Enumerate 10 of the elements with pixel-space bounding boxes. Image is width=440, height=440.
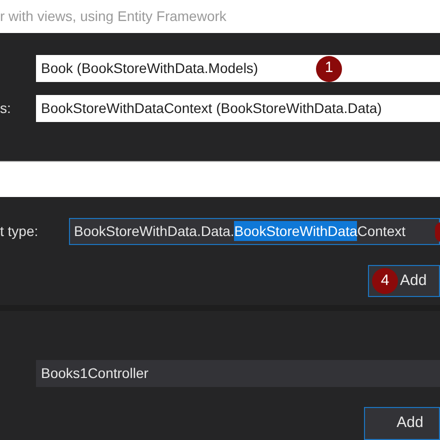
field-label: t type:: [0, 222, 38, 238]
add-button[interactable]: Add: [364, 407, 440, 440]
add-button[interactable]: 4 Add: [368, 265, 440, 297]
number-badge: 4: [372, 268, 398, 294]
name-field[interactable]: Books1Controller: [36, 360, 440, 387]
combo-field[interactable]: Book (BookStoreWithData.Models) 1: [36, 55, 440, 82]
number-badge: 1: [316, 56, 342, 82]
field-label: s:: [0, 99, 11, 118]
dialog-subtitle: r with views, using Entity Framework: [0, 7, 226, 26]
combo-field[interactable]: BookStoreWithDataContext (BookStoreWithData.Data): [36, 95, 440, 122]
